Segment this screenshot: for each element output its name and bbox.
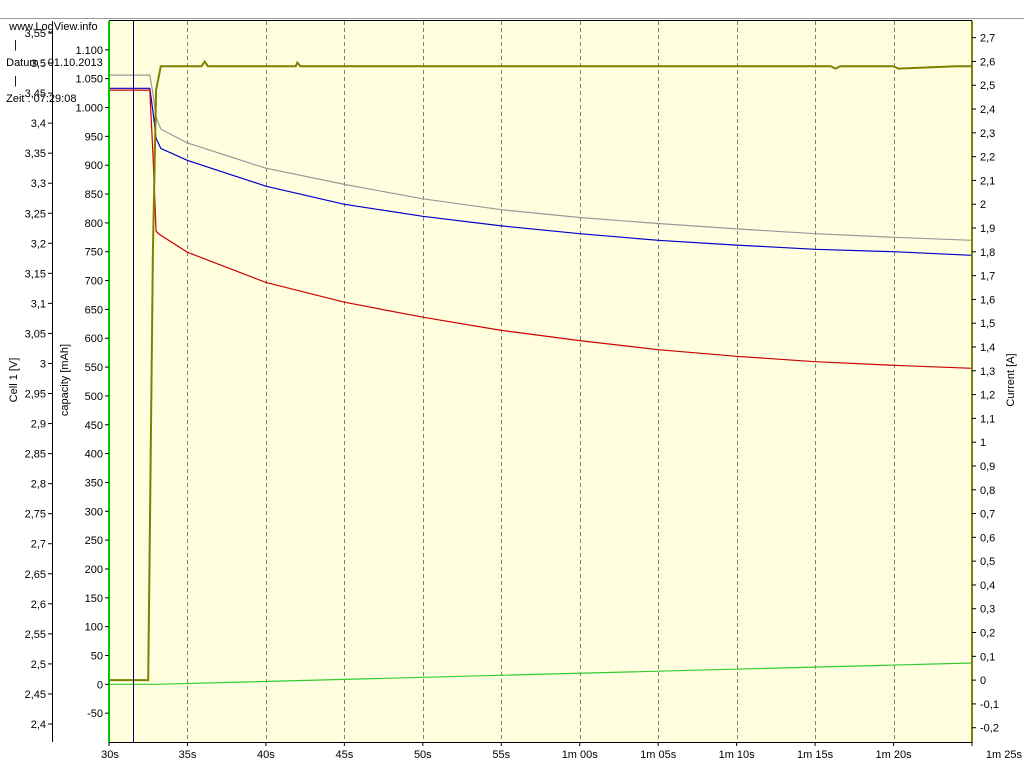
current-tick-label: 2,4 (980, 104, 995, 116)
cell-tick-label: 3,3 (31, 178, 46, 190)
current-tick-label: 2 (980, 199, 986, 211)
current-tick-label: 0,4 (980, 580, 995, 592)
capacity-tick-label: 1.000 (75, 103, 103, 115)
cell-tick-label: 3,5 (31, 58, 46, 70)
capacity-tick-label: 1.050 (75, 74, 103, 86)
current-tick-label: 1 (980, 437, 986, 449)
capacity-tick-label: 900 (85, 160, 103, 172)
capacity-tick-label: 700 (85, 276, 103, 288)
cell-tick-label: 2,9 (31, 419, 46, 431)
y-axis-label-current: Current [A] (1005, 353, 1017, 406)
current-tick-label: -0,2 (980, 723, 999, 735)
current-tick-label: 0 (980, 675, 986, 687)
capacity-tick-label: 1.100 (75, 45, 103, 57)
current-tick-label: 2,2 (980, 152, 995, 164)
cell-tick-label: 3,55 (25, 28, 46, 40)
current-tick-label: 1,8 (980, 247, 995, 259)
current-tick-label: 0,7 (980, 509, 995, 521)
capacity-tick-label: 350 (85, 477, 103, 489)
capacity-tick-label: 300 (85, 506, 103, 518)
current-tick-label: 1,6 (980, 294, 995, 306)
x-tick-label: 40s (257, 749, 275, 761)
cell-tick-label: 3,1 (31, 298, 46, 310)
cell-tick-label: 3 (40, 358, 46, 370)
cell-tick-label: 2,55 (25, 629, 46, 641)
x-tick-label: 35s (179, 749, 197, 761)
capacity-tick-label: 50 (91, 650, 103, 662)
plot-area (109, 21, 972, 742)
capacity-tick-label: 500 (85, 391, 103, 403)
current-tick-label: 0,2 (980, 628, 995, 640)
cell-tick-label: 2,5 (31, 659, 46, 671)
x-tick-label: 1m 20s (876, 749, 913, 761)
capacity-tick-label: 650 (85, 304, 103, 316)
cell-tick-label: 2,65 (25, 569, 46, 581)
cell-tick-label: 2,8 (31, 479, 46, 491)
current-tick-label: 2,1 (980, 175, 995, 187)
x-tick-label: 1m 05s (640, 749, 677, 761)
current-tick-label: 1,2 (980, 390, 995, 402)
current-tick-label: -0,1 (980, 699, 999, 711)
current-tick-label: 1,1 (980, 413, 995, 425)
x-tick-label: 55s (492, 749, 510, 761)
x-tick-label: 1m 15s (797, 749, 834, 761)
y-axis-label-capacity: capacity [mAh] (59, 344, 71, 416)
capacity-tick-label: 150 (85, 593, 103, 605)
current-tick-label: 0,1 (980, 651, 995, 663)
current-tick-label: 1,9 (980, 223, 995, 235)
cell-tick-label: 3,35 (25, 148, 46, 160)
cell-tick-label: 3,4 (31, 118, 46, 130)
current-tick-label: 0,8 (980, 485, 995, 497)
current-tick-label: 2,6 (980, 56, 995, 68)
current-tick-label: 2,3 (980, 128, 995, 140)
current-tick-label: 1,4 (980, 342, 995, 354)
cell-tick-label: 2,85 (25, 449, 46, 461)
capacity-tick-label: 200 (85, 564, 103, 576)
cell-tick-label: 2,45 (25, 689, 46, 701)
y-axis-label-cell: Cell 1 [V] (8, 358, 20, 403)
cell-tick-label: 3,25 (25, 208, 46, 220)
cell-tick-label: 3,2 (31, 238, 46, 250)
x-tick-label: 1m 10s (719, 749, 756, 761)
cell-tick-label: 2,75 (25, 509, 46, 521)
capacity-tick-label: 800 (85, 218, 103, 230)
current-tick-label: 0,6 (980, 532, 995, 544)
current-tick-label: 1,7 (980, 271, 995, 283)
capacity-tick-label: 100 (85, 622, 103, 634)
x-tick-label: 1m 00s (562, 749, 599, 761)
cell-tick-label: 3,15 (25, 268, 46, 280)
capacity-tick-label: 250 (85, 535, 103, 547)
capacity-tick-label: 600 (85, 333, 103, 345)
current-tick-label: 0,3 (980, 604, 995, 616)
capacity-tick-label: 450 (85, 420, 103, 432)
cell-tick-label: 2,4 (31, 719, 46, 731)
current-tick-label: 1,3 (980, 366, 995, 378)
cell-tick-label: 2,95 (25, 389, 46, 401)
current-tick-label: 1,5 (980, 318, 995, 330)
x-tick-label: 30s (101, 749, 119, 761)
current-tick-label: 0,5 (980, 556, 995, 568)
cell-tick-label: 3,05 (25, 328, 46, 340)
capacity-tick-label: 850 (85, 189, 103, 201)
current-tick-label: 0,9 (980, 461, 995, 473)
capacity-tick-label: 750 (85, 247, 103, 259)
capacity-tick-label: 950 (85, 131, 103, 143)
x-tick-label: 1m 25s (986, 749, 1023, 761)
current-tick-label: 2,7 (980, 33, 995, 45)
x-tick-label: 45s (335, 749, 353, 761)
capacity-tick-label: 0 (97, 679, 103, 691)
capacity-tick-label: 550 (85, 362, 103, 374)
capacity-tick-label: 400 (85, 449, 103, 461)
x-tick-label: 50s (414, 749, 432, 761)
cell-tick-label: 3,45 (25, 88, 46, 100)
line-chart: 3,55 3,5 3,45 3,4 3,35 3,3 3,25 3,2 3,15 3,1 3,05 3… (8, 20, 1023, 761)
cell-tick-label: 2,6 (31, 599, 46, 611)
cell-tick-label: 2,7 (31, 539, 46, 551)
capacity-tick-label: -50 (87, 708, 103, 720)
current-tick-label: 2,5 (980, 80, 995, 92)
